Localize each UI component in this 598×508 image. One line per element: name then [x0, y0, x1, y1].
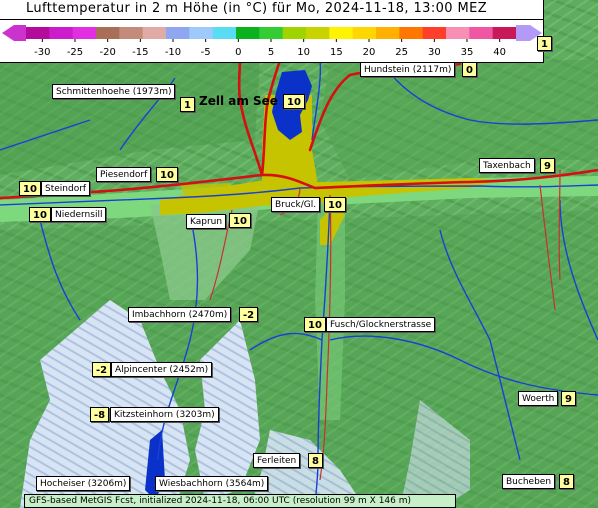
station-value-schmittenhoehe: 1: [180, 97, 195, 112]
station-label-wiesbachhorn: Wiesbachhorn (3564m): [155, 476, 269, 491]
station-label-ferleiten: Ferleiten: [253, 453, 301, 468]
legend-tick-label-11: 25: [395, 47, 408, 58]
legend-color-9: [236, 27, 260, 39]
legend-color-12: [306, 27, 330, 39]
legend-color-13: [329, 27, 354, 39]
legend-tick-label-2: -20: [99, 47, 115, 58]
station-value-woerth: 9: [561, 391, 576, 406]
title-bar: Lufttemperatur in 2 m Höhe (in °C) für M…: [0, 0, 544, 20]
station-value-steindorf: 10: [19, 181, 41, 196]
station-value-kitzsteinhorn: -8: [90, 407, 110, 422]
model-info-footer: GFS-based MetGIS Fcst, initialized 2024-…: [24, 494, 456, 508]
station-label-piesendorf: Piesendorf: [96, 167, 152, 182]
station-label-hocheiser: Hocheiser (3206m): [36, 476, 131, 491]
station-value-bruck: 10: [324, 197, 346, 212]
station-label-steindorf: Steindorf: [41, 181, 91, 196]
station-value-edge-east: 1: [537, 36, 552, 51]
station-value-niedernsill: 10: [29, 207, 51, 222]
legend-tick-label-12: 30: [428, 47, 441, 58]
station-value-kaprun: 10: [229, 213, 251, 228]
temperature-legend: -30 -25 -20 -15 -10 -5 0 5 10 15 20 25 30 35 40: [0, 20, 544, 63]
legend-tick-label-0: -30: [34, 47, 50, 58]
legend-color-16: [399, 27, 424, 39]
legend-tick-label-5: -5: [201, 47, 211, 58]
station-label-kitzsteinhorn: Kitzsteinhorn (3203m): [110, 407, 219, 422]
legend-color-3: [96, 27, 120, 39]
map-title: Lufttemperatur in 2 m Höhe (in °C) für M…: [26, 1, 488, 16]
legend-color-15: [376, 27, 400, 39]
station-label-fusch: Fusch/Glocknerstrasse: [326, 317, 436, 332]
legend-color-17: [422, 27, 447, 39]
legend-color-5: [142, 27, 167, 39]
station-label-zell-am-see: Zell am See: [199, 94, 278, 108]
legend-colorbar: -30 -25 -20 -15 -10 -5 0 5 10 15 20 25 30 35 40: [2, 25, 542, 58]
station-label-hundstein: Hundstein (2117m): [360, 62, 456, 77]
station-value-taxenbach: 9: [540, 158, 555, 173]
legend-tick-label-6: 0: [235, 47, 241, 58]
legend-color-6: [166, 27, 190, 39]
legend-color-0: [26, 27, 50, 39]
legend-tick-label-8: 10: [297, 47, 310, 58]
station-value-hundstein: 0: [462, 62, 477, 77]
station-label-taxenbach: Taxenbach: [479, 158, 535, 173]
legend-tick-label-7: 5: [268, 47, 274, 58]
station-label-imbachhorn: Imbachhorn (2470m): [128, 307, 232, 322]
legend-tick-label-10: 20: [363, 47, 376, 58]
legend-tick-label-4: -10: [165, 47, 181, 58]
station-value-bucheben: 8: [559, 474, 574, 489]
legend-low-arrow: [2, 25, 26, 41]
station-value-zell-am-see: 10: [283, 94, 305, 109]
legend-tick-label-1: -25: [67, 47, 83, 58]
legend-color-11: [282, 27, 307, 39]
station-label-kaprun: Kaprun: [186, 214, 227, 229]
terrain-map: [0, 0, 598, 508]
legend-tick-label-14: 40: [493, 47, 506, 58]
station-value-imbachhorn: -2: [239, 307, 259, 322]
legend-color-19: [469, 27, 494, 39]
legend-color-4: [119, 27, 144, 39]
legend-color-14: [352, 27, 377, 39]
legend-tick-label-3: -15: [132, 47, 148, 58]
legend-color-7: [189, 27, 214, 39]
legend-color-20: [492, 27, 517, 39]
station-label-niedernsill: Niedernsill: [51, 207, 107, 222]
station-value-piesendorf: 10: [156, 167, 178, 182]
station-value-fusch: 10: [304, 317, 326, 332]
legend-color-8: [212, 27, 237, 39]
station-label-bruck: Bruck/Gl.: [271, 197, 321, 212]
station-value-ferleiten: 8: [308, 453, 323, 468]
legend-color-2: [72, 27, 97, 39]
legend-color-10: [259, 27, 284, 39]
legend-color-18: [446, 27, 470, 39]
station-label-woerth: Woerth: [518, 391, 559, 406]
station-value-alpincenter: -2: [92, 362, 112, 377]
legend-tick-label-9: 15: [330, 47, 343, 58]
legend-color-1: [49, 27, 74, 39]
station-label-schmittenhoehe: Schmittenhoehe (1973m): [52, 84, 176, 99]
station-label-alpincenter: Alpincenter (2452m): [111, 362, 213, 377]
legend-tick-label-13: 35: [461, 47, 474, 58]
station-label-bucheben: Bucheben: [502, 474, 556, 489]
